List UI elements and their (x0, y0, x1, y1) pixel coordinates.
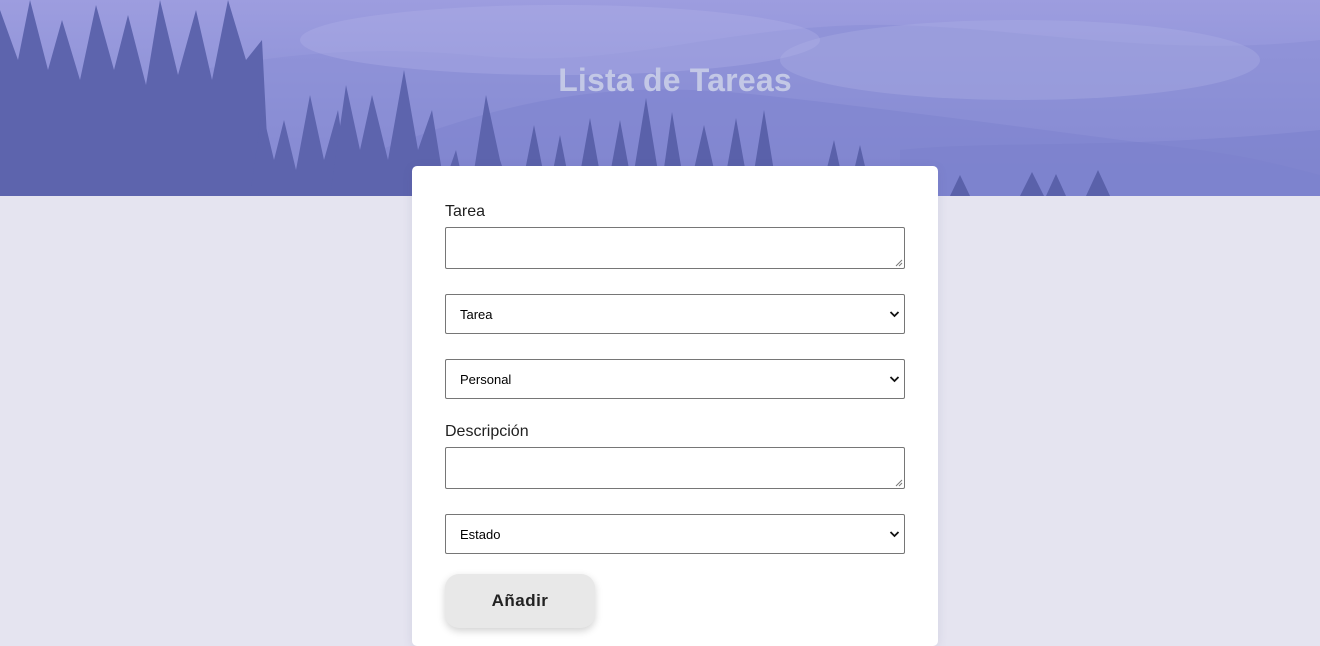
description-label: Descripción (445, 423, 529, 440)
add-task-button[interactable]: Añadir (445, 574, 595, 628)
resize-handle-icon[interactable] (895, 479, 903, 487)
chevron-down-icon (889, 531, 900, 538)
task-form-card: Tarea Tarea Personal Descripción Estado (412, 166, 938, 646)
status-select-value: Estado (460, 527, 501, 542)
description-input[interactable] (445, 447, 905, 489)
category-select-value: Personal (460, 372, 512, 387)
chevron-down-icon (889, 311, 900, 318)
status-select[interactable]: Estado (445, 514, 905, 554)
type-select-value: Tarea (460, 307, 493, 322)
resize-handle-icon[interactable] (895, 259, 903, 267)
chevron-down-icon (889, 376, 900, 383)
category-select[interactable]: Personal (445, 359, 905, 399)
page-title: Lista de Tareas (558, 62, 792, 98)
task-label: Tarea (445, 203, 486, 220)
task-input[interactable] (445, 227, 905, 269)
type-select[interactable]: Tarea (445, 294, 905, 334)
